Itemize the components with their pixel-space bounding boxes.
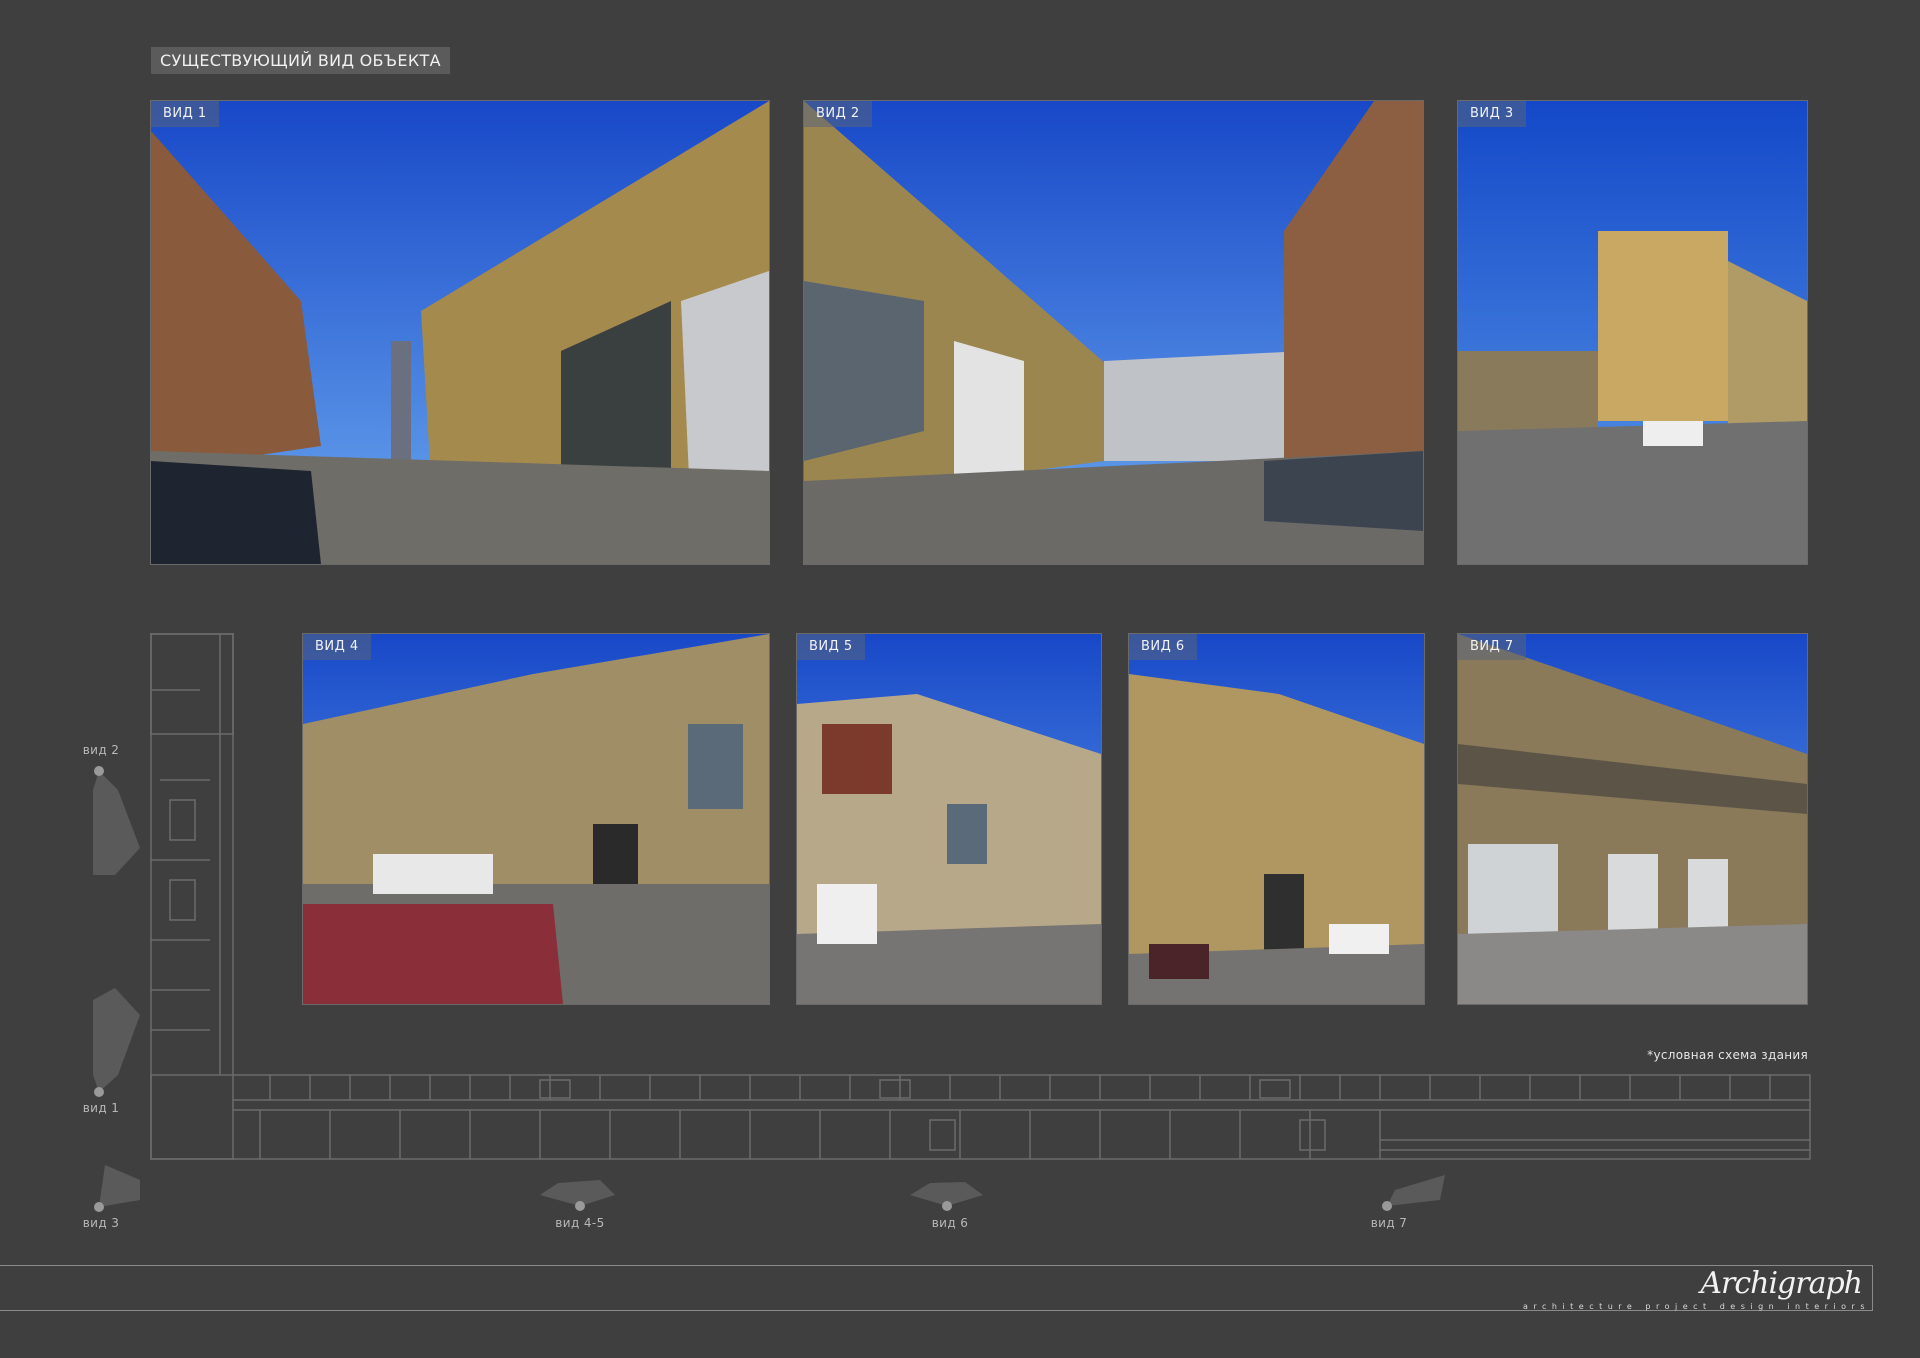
view-point-7 (1382, 1201, 1392, 1211)
photo-label: ВИД 3 (1458, 101, 1526, 127)
view-cone-2 (93, 771, 140, 875)
photo-label: ВИД 2 (804, 101, 872, 127)
plan-marker-label-7: вид 7 (1370, 1216, 1408, 1230)
plan-marker-label-4-5: вид 4-5 (555, 1216, 605, 1230)
plan-marker-label-6: вид 6 (931, 1216, 969, 1230)
view-point-4-5 (575, 1201, 585, 1211)
photo-label: ВИД 4 (303, 634, 371, 660)
photo-label: ВИД 6 (1129, 634, 1197, 660)
view-cone-1 (93, 988, 140, 1092)
view-cone-3 (99, 1165, 140, 1207)
plan-marker-label-2: вид 2 (82, 743, 120, 757)
plan-marker-label-3: вид 3 (82, 1216, 120, 1230)
view-point-6 (942, 1201, 952, 1211)
plan-marker-label-1: вид 1 (82, 1101, 120, 1115)
brand-tagline: architecture project design interiors (1522, 1302, 1870, 1311)
photo-label: ВИД 7 (1458, 634, 1526, 660)
photo-label: ВИД 5 (797, 634, 865, 660)
photo-label: ВИД 1 (151, 101, 219, 127)
scheme-note: *условная схема здания (1647, 1048, 1808, 1062)
building-floor-plan (93, 633, 1811, 1212)
view-point-1 (94, 1087, 104, 1097)
view-cone-7 (1387, 1175, 1445, 1206)
brand-logo: Archigraph (1700, 1266, 1863, 1301)
view-point-3 (94, 1202, 104, 1212)
view-point-2 (94, 766, 104, 776)
